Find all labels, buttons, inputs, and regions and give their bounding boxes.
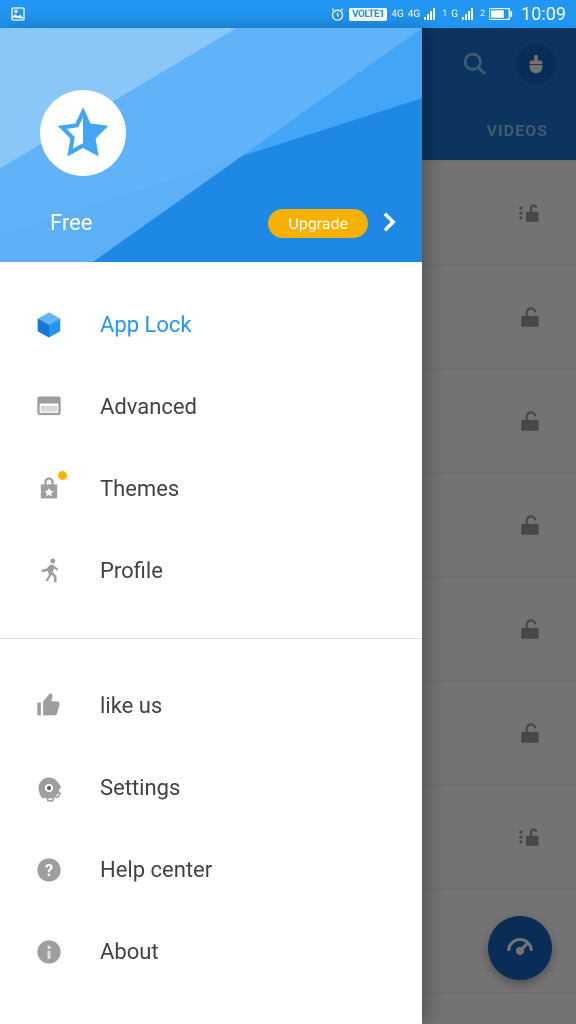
speed-fab[interactable] (488, 916, 552, 980)
drawer-menu: App Lock Advanced Themes (0, 262, 422, 1024)
thumb-up-icon (32, 689, 66, 723)
lock-unlocked-icon[interactable] (516, 718, 546, 748)
status-bar: VOLTE1 4G 4G 1 G 2 10:09 (0, 0, 576, 28)
signal-icon-1 (424, 8, 438, 20)
menu-label: Themes (100, 477, 179, 502)
browser-icon (32, 390, 66, 424)
net-4g-1: 4G (391, 9, 403, 20)
menu-item-help-center[interactable]: ? Help center (0, 829, 422, 911)
lock-unlocked-icon[interactable] (516, 614, 546, 644)
upgrade-button[interactable]: Upgrade (268, 209, 368, 238)
clean-icon[interactable] (516, 44, 556, 84)
menu-item-settings[interactable]: Settings (0, 747, 422, 829)
lock-unlocked-icon[interactable] (516, 510, 546, 540)
menu-item-profile[interactable]: Profile (0, 530, 422, 612)
menu-label: About (100, 940, 159, 965)
menu-label: like us (100, 694, 162, 719)
menu-label: Settings (100, 776, 180, 801)
search-icon[interactable] (462, 51, 488, 77)
alarm-icon (330, 7, 345, 22)
lock-unlocked-dots-icon[interactable] (516, 198, 546, 228)
lock-unlocked-icon[interactable] (516, 302, 546, 332)
battery-icon (489, 8, 513, 20)
net-g: G (451, 9, 458, 20)
svg-text:?: ? (45, 861, 53, 880)
account-tier: Free (50, 211, 92, 236)
menu-item-about[interactable]: About (0, 911, 422, 993)
menu-item-advanced[interactable]: Advanced (0, 366, 422, 448)
running-icon (32, 554, 66, 588)
menu-divider (0, 638, 422, 639)
volte-badge: VOLTE1 (349, 8, 387, 21)
menu-label: Advanced (100, 395, 197, 420)
help-icon: ? (32, 853, 66, 887)
menu-item-like-us[interactable]: like us (0, 665, 422, 747)
status-time: 10:09 (521, 4, 566, 25)
drawer-header: Free Upgrade (0, 28, 422, 262)
lock-unlocked-icon[interactable] (516, 406, 546, 436)
gear-icon (32, 771, 66, 805)
chevron-right-icon[interactable] (382, 211, 396, 237)
app-logo (40, 90, 126, 176)
menu-label: App Lock (100, 313, 192, 338)
menu-label: Help center (100, 858, 212, 883)
image-icon (10, 6, 26, 22)
sim2-label: 2 (480, 9, 485, 19)
menu-item-themes[interactable]: Themes (0, 448, 422, 530)
signal-icon-2 (462, 8, 476, 20)
info-icon (32, 935, 66, 969)
lock-unlocked-dots-icon[interactable] (516, 822, 546, 852)
sim1-label: 1 (442, 9, 447, 19)
net-4g-2: 4G (408, 9, 420, 20)
nav-drawer: Free Upgrade App Lock (0, 28, 422, 1024)
themes-icon (32, 472, 66, 506)
badge-dot (58, 471, 67, 480)
tab-videos[interactable]: VIDEOS (487, 121, 548, 140)
cube-icon (32, 308, 66, 342)
menu-label: Profile (100, 559, 163, 584)
menu-item-app-lock[interactable]: App Lock (0, 284, 422, 366)
